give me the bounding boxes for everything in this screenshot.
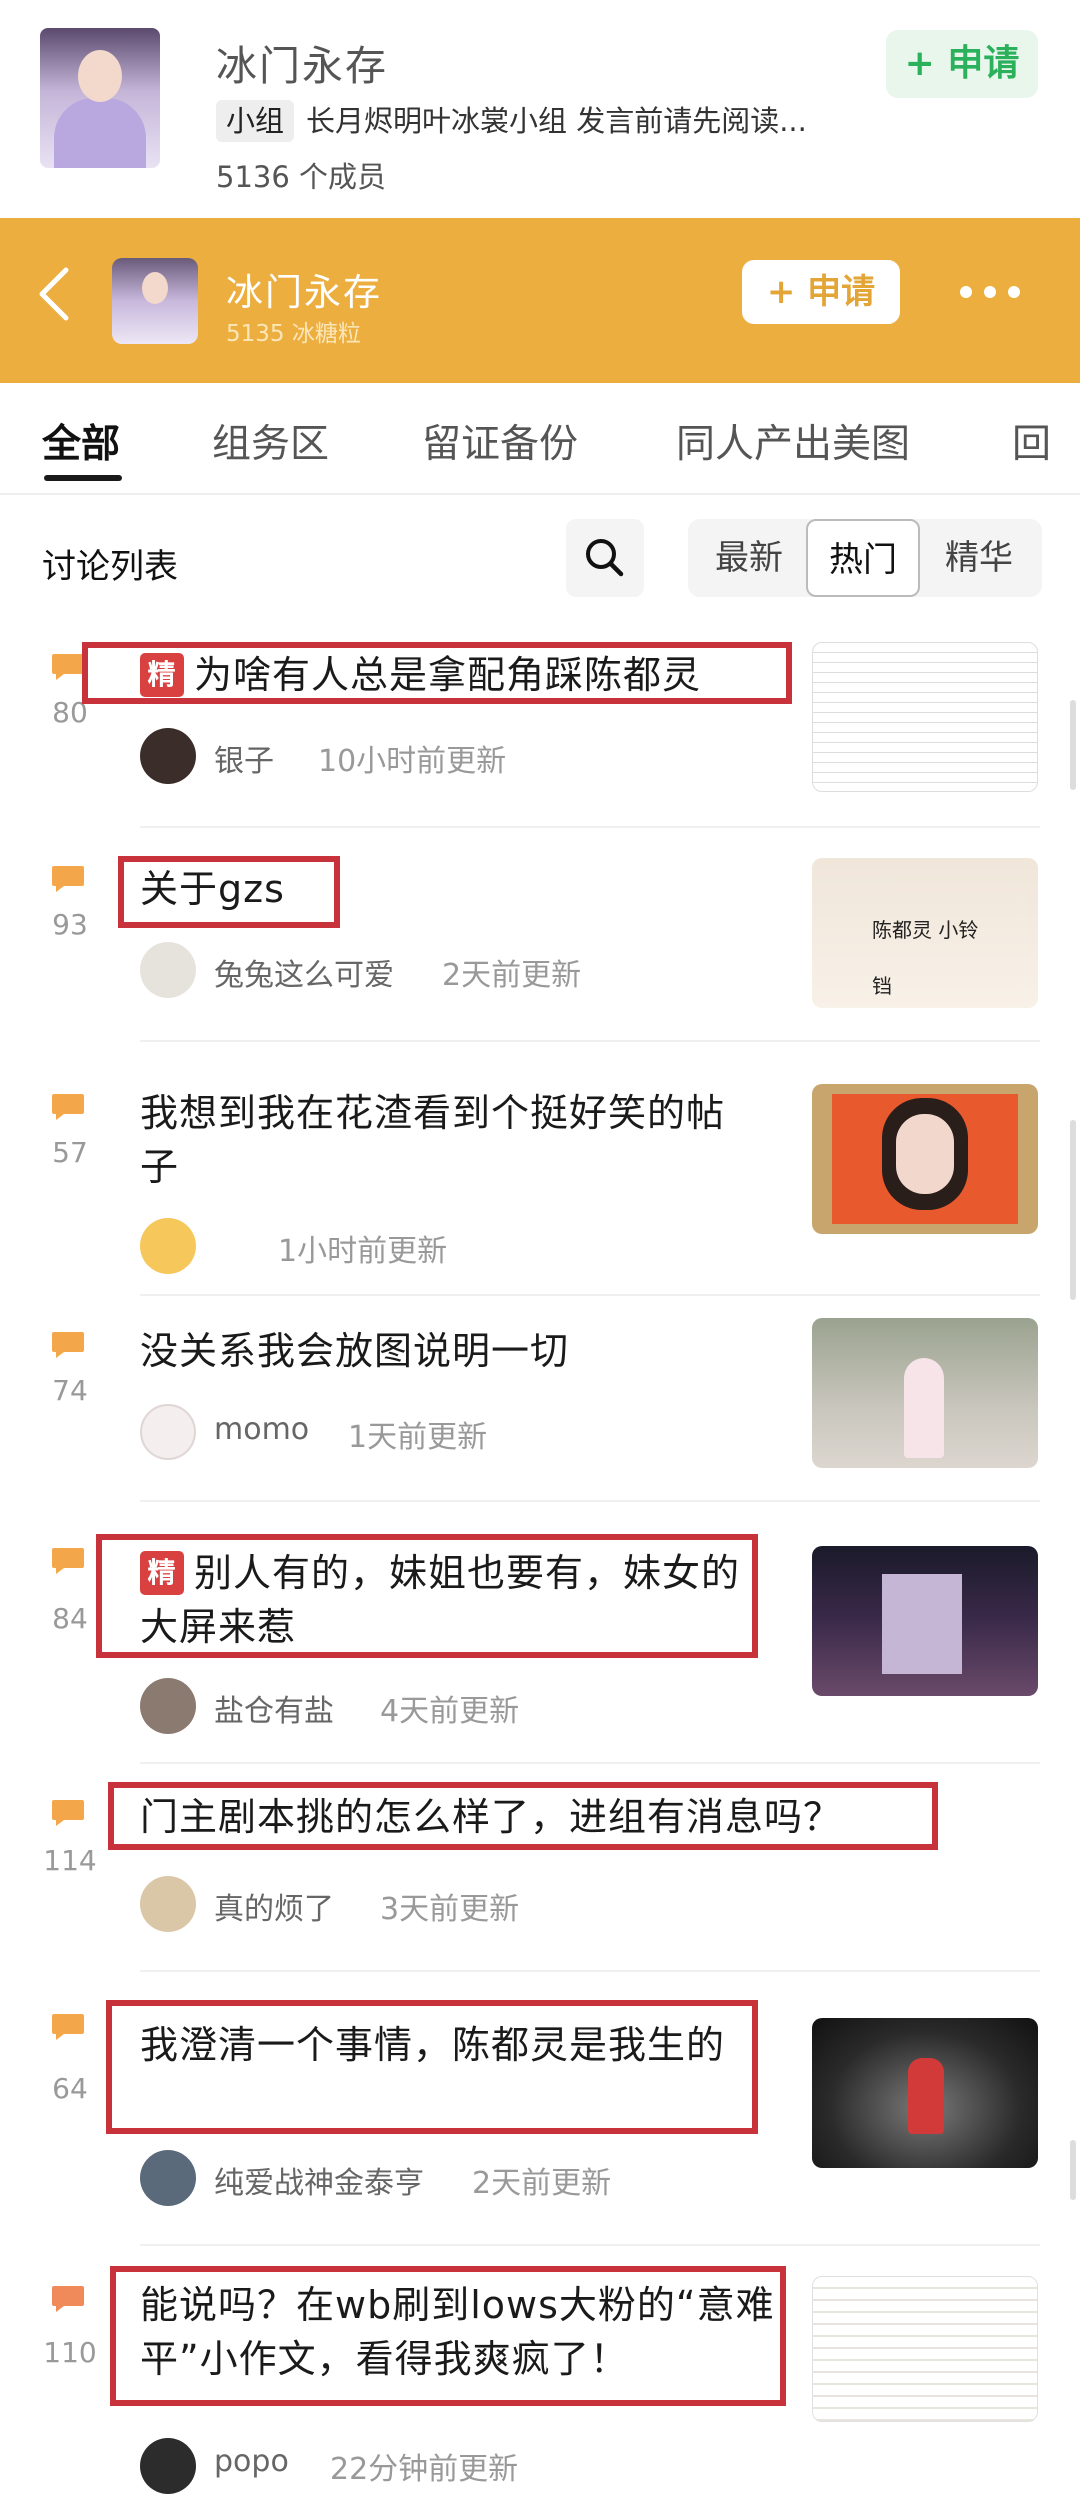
post-thumbnail[interactable]	[812, 1546, 1038, 1696]
tab-all[interactable]: 全部	[42, 413, 120, 469]
comment-icon	[52, 1800, 84, 1826]
divider	[140, 1500, 1040, 1502]
active-tab-indicator	[44, 475, 122, 481]
post-title: 我想到我在花渣看到个挺好笑的帖子	[140, 1091, 726, 1189]
reply-count: 110	[43, 2336, 97, 2369]
group-description: 长月烬明叶冰裳小组 发言前请先阅读...	[306, 104, 807, 138]
highlight-box	[108, 1782, 938, 1850]
comment-icon	[52, 1548, 84, 1574]
post-author: 盐仓有盐	[214, 1694, 334, 1729]
list-title: 讨论列表	[42, 547, 178, 587]
sort-featured[interactable]: 精华	[922, 519, 1036, 597]
reply-count: 57	[52, 1136, 88, 1169]
comment-icon	[52, 654, 84, 680]
post-author: 银子	[214, 744, 274, 779]
post-time: 2天前更新	[442, 958, 582, 993]
avatar	[140, 1218, 196, 1274]
divider	[140, 1040, 1040, 1042]
post-title: 没关系我会放图说明一切	[140, 1329, 570, 1373]
group-card[interactable]: 冰门永存 小组 长月烬明叶冰裳小组 发言前请先阅读... 5136 个成员 + …	[0, 0, 1080, 218]
post-time: 3天前更新	[380, 1892, 520, 1927]
divider	[140, 826, 1040, 828]
highlight-box	[106, 2000, 758, 2134]
apply-button[interactable]: + 申请	[886, 30, 1038, 98]
avatar	[140, 1404, 196, 1460]
more-options-icon[interactable]	[958, 282, 1022, 302]
divider	[140, 2244, 1040, 2246]
search-button[interactable]	[566, 519, 644, 597]
post-author: popo	[214, 2444, 289, 2479]
highlight-box	[110, 2266, 786, 2406]
reply-count: 74	[52, 1374, 88, 1407]
comment-icon	[52, 1332, 84, 1358]
header-subtitle: 5135 冰糖粒	[226, 321, 361, 347]
scrollbar-thumb[interactable]	[1070, 700, 1076, 790]
group-avatar	[40, 28, 160, 168]
post-time: 1小时前更新	[278, 1234, 448, 1269]
tab-bar: 全部 组务区 留证备份 同人产出美图 回	[0, 383, 1080, 495]
post-time: 4天前更新	[380, 1694, 520, 1729]
reply-count: 114	[43, 1844, 97, 1877]
avatar	[140, 2150, 196, 2206]
post-author: 纯爱战神金泰亨	[214, 2166, 424, 2201]
post-thumbnail[interactable]	[812, 1318, 1038, 1468]
comment-icon	[52, 2014, 84, 2040]
comment-icon	[52, 2286, 84, 2312]
post-thumbnail[interactable]: 陈都灵 小铃铛	[812, 858, 1038, 1008]
avatar	[140, 2438, 196, 2494]
search-icon	[586, 539, 624, 577]
reply-count: 93	[52, 908, 88, 941]
sort-segmented-control: 最新 热门 精华	[688, 519, 1042, 597]
thumbnail-caption: 陈都灵 小铃铛	[872, 918, 979, 998]
post-author: momo	[214, 1412, 310, 1447]
post-time: 22分钟前更新	[330, 2452, 519, 2487]
scrollbar-thumb[interactable]	[1070, 2140, 1076, 2200]
divider	[140, 1294, 1040, 1296]
divider	[140, 1762, 1040, 1764]
avatar	[140, 728, 196, 784]
post-thumbnail[interactable]	[812, 2018, 1038, 2168]
group-header-bar: 冰门永存 5135 冰糖粒 + 申请	[0, 218, 1080, 383]
back-arrow-icon[interactable]	[34, 264, 74, 324]
tab-backup[interactable]: 留证备份	[422, 413, 578, 469]
avatar	[140, 1678, 196, 1734]
post-thumbnail[interactable]	[812, 642, 1038, 792]
highlight-box	[82, 642, 792, 704]
post-time: 2天前更新	[472, 2166, 612, 2201]
header-apply-button[interactable]: + 申请	[742, 260, 900, 324]
group-member-count: 5136 个成员	[216, 160, 387, 194]
sort-hot[interactable]: 热门	[806, 519, 920, 597]
post-time: 10小时前更新	[318, 744, 507, 779]
highlight-box	[96, 1534, 758, 1658]
divider	[140, 1970, 1040, 1972]
highlight-box	[118, 856, 340, 928]
post-author: 兔兔这么可爱	[214, 958, 394, 993]
comment-icon	[52, 1094, 84, 1120]
reply-count: 64	[52, 2072, 88, 2105]
tab-fanart[interactable]: 同人产出美图	[676, 413, 910, 469]
header-group-avatar	[112, 258, 198, 344]
tab-more[interactable]: 回	[1012, 413, 1051, 469]
post-thumbnail[interactable]	[812, 2276, 1038, 2422]
post-author: 真的烦了	[214, 1892, 334, 1927]
comment-icon	[52, 866, 84, 892]
group-name: 冰门永存	[216, 42, 388, 90]
group-tag: 小组	[216, 100, 295, 142]
tab-admin[interactable]: 组务区	[212, 413, 329, 469]
sort-newest[interactable]: 最新	[692, 519, 806, 597]
header-title: 冰门永存	[226, 271, 382, 314]
post-thumbnail[interactable]	[812, 1084, 1038, 1234]
scrollbar-thumb[interactable]	[1070, 1120, 1076, 1300]
avatar	[140, 942, 196, 998]
avatar	[140, 1876, 196, 1932]
post-time: 1天前更新	[348, 1420, 488, 1455]
list-header: 讨论列表 最新 热门 精华	[0, 495, 1080, 625]
